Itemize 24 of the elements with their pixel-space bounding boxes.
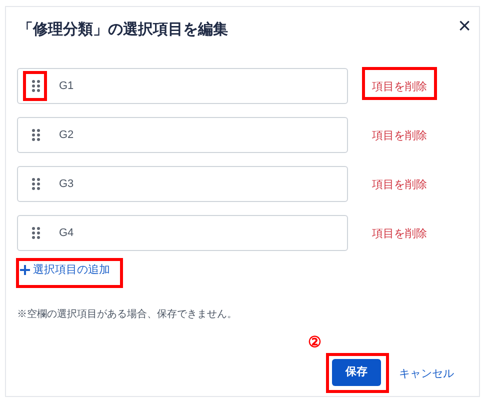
delete-item-link[interactable]: 項目を削除	[372, 177, 427, 194]
note-text: ※空欄の選択項目がある場合、保存できません。	[17, 308, 237, 322]
delete-item-link[interactable]: 項目を削除	[372, 128, 427, 144]
option-field[interactable]: G2	[17, 117, 348, 153]
drag-handle-icon[interactable]	[32, 129, 40, 141]
drag-handle-icon[interactable]	[32, 227, 40, 239]
option-field[interactable]: G3	[17, 166, 348, 202]
plus-icon	[20, 265, 30, 276]
drag-handle-icon[interactable]	[32, 178, 40, 190]
option-field[interactable]: G1	[17, 68, 348, 104]
delete-item-link[interactable]: 項目を削除	[372, 226, 427, 242]
delete-item-link[interactable]: 項目を削除	[372, 79, 427, 96]
step-marker: ②	[308, 333, 321, 353]
option-field[interactable]: G4	[17, 215, 348, 251]
drag-handle-icon[interactable]	[32, 80, 40, 92]
save-button[interactable]: 保存	[332, 359, 381, 386]
dialog-title: 「修理分類」の選択項目を編集	[18, 20, 228, 40]
close-button[interactable]: ×	[458, 15, 471, 37]
option-value: G1	[59, 78, 74, 94]
option-value: G2	[59, 128, 74, 143]
option-value: G3	[59, 176, 74, 192]
cancel-link[interactable]: キャンセル	[399, 366, 454, 382]
option-value: G4	[59, 226, 74, 241]
add-option-link[interactable]: 選択項目の追加	[20, 262, 110, 278]
